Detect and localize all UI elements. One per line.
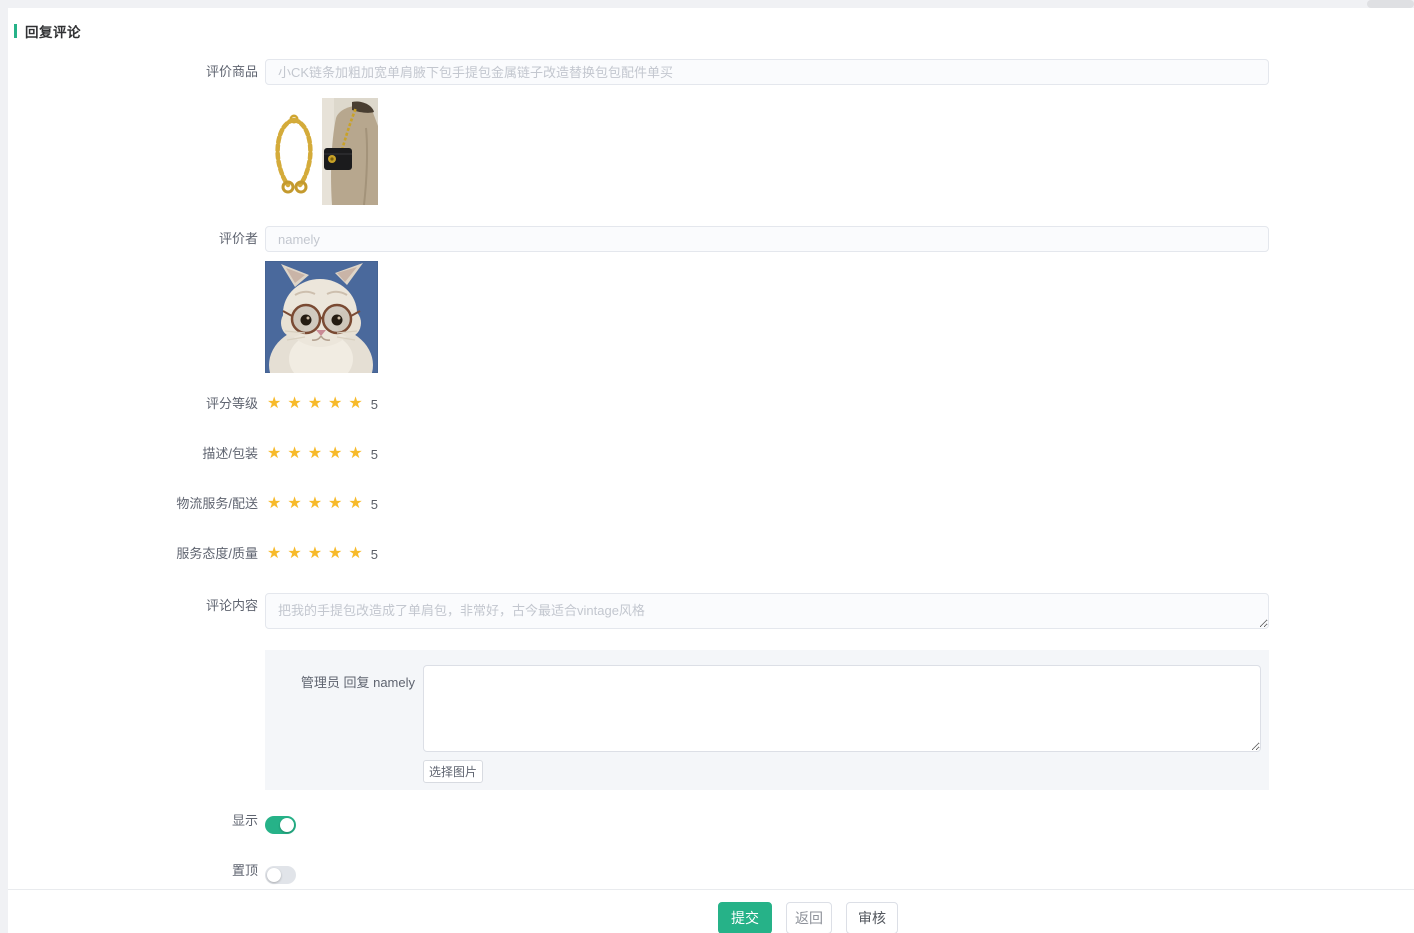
title-accent-bar (14, 24, 17, 38)
star-icon: ★ (328, 446, 342, 462)
footer-action-bar: 提交 返回 审核 (8, 889, 1414, 933)
star-icon: ★ (308, 396, 322, 412)
rating-label-service: 服务态度/质量 (8, 541, 258, 567)
reviewer-avatar-cat (265, 261, 378, 373)
star-icon: ★ (348, 546, 362, 562)
toggle-knob (280, 818, 294, 832)
rating-value: 5 (371, 547, 378, 562)
comment-textarea[interactable] (265, 593, 1269, 629)
star-icon: ★ (267, 546, 281, 562)
rating-value: 5 (371, 497, 378, 512)
rating-label-overall: 评分等级 (8, 391, 258, 417)
rating-row-logistics: ★ ★ ★ ★ ★ 5 (267, 491, 378, 517)
star-icon: ★ (287, 396, 301, 412)
pin-toggle[interactable] (265, 866, 296, 884)
rating-row-service: ★ ★ ★ ★ ★ 5 (267, 541, 378, 567)
star-icon: ★ (328, 546, 342, 562)
content-card: 回复评论 评价商品 (8, 8, 1414, 933)
rating-value: 5 (371, 397, 378, 412)
star-icon: ★ (308, 446, 322, 462)
product-photo-shoulder-bag (322, 98, 378, 205)
comment-label: 评论内容 (8, 593, 258, 619)
star-icon: ★ (287, 446, 301, 462)
rating-row-packaging: ★ ★ ★ ★ ★ 5 (267, 441, 378, 467)
star-icon: ★ (328, 496, 342, 512)
admin-reply-panel: 管理员 回复 namely 选择图片 (265, 650, 1269, 790)
display-toggle[interactable] (265, 816, 296, 834)
reviewer-input[interactable] (265, 226, 1269, 252)
product-photo-gold-chain (272, 110, 316, 194)
star-icon: ★ (287, 546, 301, 562)
star-icon: ★ (348, 496, 362, 512)
admin-reply-textarea[interactable] (423, 665, 1261, 752)
audit-button[interactable]: 审核 (846, 902, 898, 933)
reply-comment-page: 回复评论 评价商品 (0, 0, 1414, 933)
rating-row-overall: ★ ★ ★ ★ ★ 5 (267, 391, 378, 417)
product-label: 评价商品 (8, 59, 258, 85)
star-rating-packaging: ★ ★ ★ ★ ★ (267, 446, 369, 462)
rating-value: 5 (371, 447, 378, 462)
reviewer-label: 评价者 (8, 226, 258, 252)
star-icon: ★ (348, 446, 362, 462)
star-icon: ★ (267, 446, 281, 462)
rating-label-packaging: 描述/包装 (8, 441, 258, 467)
back-button[interactable]: 返回 (786, 902, 832, 933)
star-icon: ★ (287, 496, 301, 512)
horizontal-scrollbar-thumb[interactable] (1367, 0, 1414, 8)
star-icon: ★ (308, 546, 322, 562)
star-rating-logistics: ★ ★ ★ ★ ★ (267, 496, 369, 512)
star-icon: ★ (328, 396, 342, 412)
rating-label-logistics: 物流服务/配送 (8, 491, 258, 517)
display-toggle-label: 显示 (8, 812, 258, 830)
star-icon: ★ (308, 496, 322, 512)
star-rating-overall: ★ ★ ★ ★ ★ (267, 396, 369, 412)
page-title: 回复评论 (25, 21, 81, 41)
page-title-block: 回复评论 (14, 23, 81, 39)
toggle-knob (267, 868, 281, 882)
star-icon: ★ (267, 396, 281, 412)
star-rating-service: ★ ★ ★ ★ ★ (267, 546, 369, 562)
product-input[interactable] (265, 59, 1269, 85)
choose-image-button[interactable]: 选择图片 (423, 760, 483, 783)
submit-button[interactable]: 提交 (718, 902, 772, 933)
pin-toggle-label: 置顶 (8, 862, 258, 880)
admin-reply-label: 管理员 回复 namely (265, 672, 415, 691)
star-icon: ★ (348, 396, 362, 412)
star-icon: ★ (267, 496, 281, 512)
